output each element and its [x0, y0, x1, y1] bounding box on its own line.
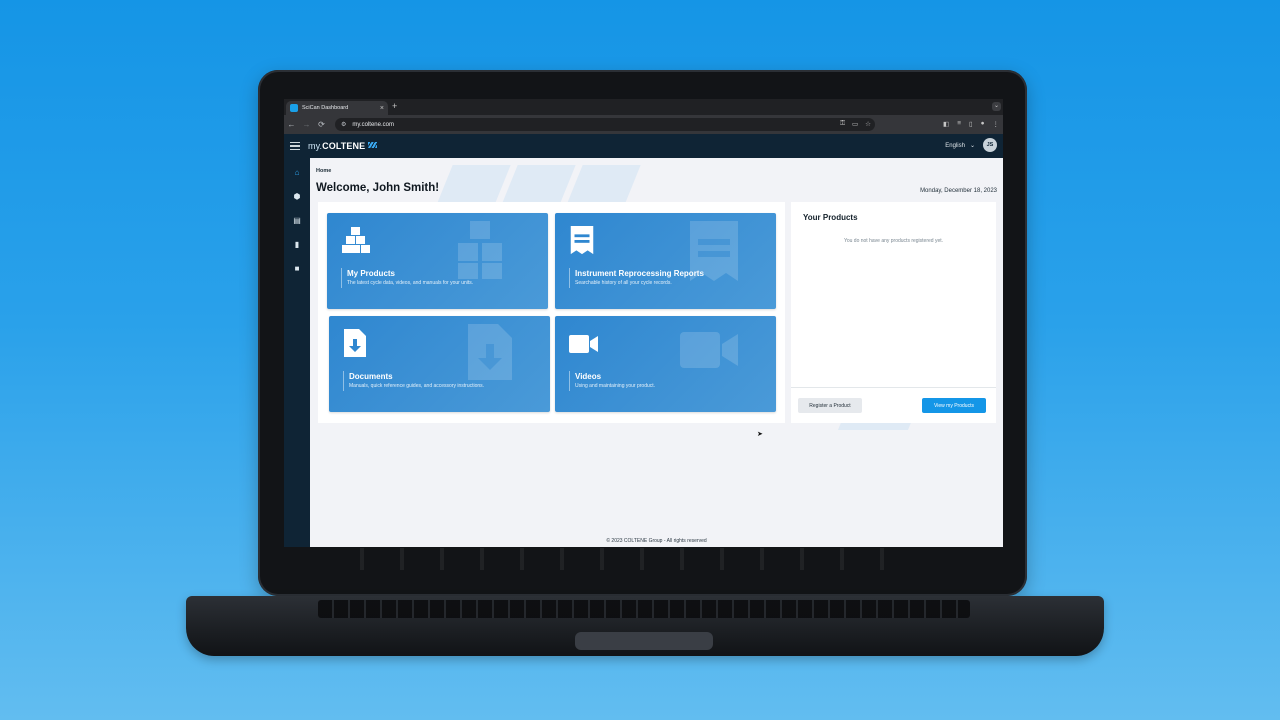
- panel-title: Your Products: [803, 213, 858, 222]
- background-decoration: [437, 165, 511, 203]
- sidebar: ⌂ ⬢ ▤ ▮ ■: [284, 158, 310, 547]
- side-panel-icon[interactable]: ▯: [969, 120, 973, 128]
- background-decoration: [567, 165, 641, 203]
- tile-documents[interactable]: Documents Manuals, quick reference guide…: [329, 316, 550, 412]
- browser-tab-strip: SciCan Dashboard × + ⌄: [284, 99, 1003, 115]
- cubes-icon: [341, 225, 371, 255]
- video-watermark-icon: [680, 330, 740, 379]
- tile-title: Videos: [575, 372, 602, 381]
- tile-description: The latest cycle data, videos, and manua…: [347, 280, 474, 286]
- tile-description: Searchable history of all your cycle rec…: [575, 280, 672, 286]
- tile-title: Documents: [349, 372, 393, 381]
- dashboard-tiles: My Products The latest cycle data, video…: [318, 202, 785, 423]
- new-tab-button[interactable]: +: [392, 101, 397, 111]
- breadcrumb[interactable]: Home: [316, 168, 331, 174]
- laptop-screen: SciCan Dashboard × + ⌄ ← → ⟳ ⚙ my.colten…: [284, 99, 1003, 547]
- reload-button[interactable]: ⟳: [314, 120, 329, 129]
- forward-button[interactable]: →: [299, 120, 314, 129]
- cubes-watermark-icon: [452, 219, 512, 288]
- main-content: Home Welcome, John Smith! Monday, Decemb…: [310, 158, 1003, 547]
- documents-icon: ▮: [294, 239, 300, 249]
- tile-divider: [343, 371, 344, 391]
- reading-list-icon[interactable]: ≡: [957, 120, 961, 128]
- receipt-icon: [569, 225, 599, 255]
- tile-description: Using and maintaining your product.: [575, 383, 656, 389]
- sidebar-item-reports[interactable]: ▤: [284, 208, 310, 232]
- favicon-icon: [290, 104, 298, 112]
- browser-tab[interactable]: SciCan Dashboard ×: [286, 101, 388, 115]
- tile-divider: [569, 268, 570, 288]
- profile-icon[interactable]: ●: [981, 120, 985, 128]
- current-date: Monday, December 18, 2023: [920, 188, 997, 194]
- brand-logo[interactable]: my.COLTENE: [308, 141, 378, 151]
- bookmark-star-icon[interactable]: ☆: [865, 120, 871, 128]
- videos-icon: ■: [294, 263, 300, 273]
- tile-title: My Products: [347, 269, 396, 278]
- page-title: Welcome, John Smith!: [316, 182, 440, 194]
- laptop-keyboard: [318, 600, 970, 618]
- sidebar-item-products[interactable]: ⬢: [284, 184, 310, 208]
- your-products-panel: Your Products You do not have any produc…: [791, 202, 996, 423]
- home-icon: ⌂: [294, 167, 300, 177]
- address-bar[interactable]: ⚙ my.coltene.com ⚿ ▭ ☆: [335, 118, 875, 131]
- background-decoration: [502, 165, 576, 203]
- menu-icon[interactable]: [290, 140, 300, 153]
- tile-reprocessing-reports[interactable]: Instrument Reprocessing Reports Searchab…: [555, 213, 776, 309]
- site-info-icon[interactable]: ⚙: [341, 121, 346, 128]
- document-download-icon: [343, 328, 373, 358]
- tab-search-button[interactable]: ⌄: [992, 102, 1001, 111]
- url-text: my.coltene.com: [352, 121, 394, 128]
- avatar[interactable]: JS: [983, 138, 997, 152]
- receipt-watermark-icon: [688, 219, 740, 292]
- tile-videos[interactable]: Videos Using and maintaining your produc…: [555, 316, 776, 412]
- video-camera-icon: [569, 334, 599, 364]
- app-header: my.COLTENE English ⌄ JS: [284, 134, 1003, 158]
- view-products-button[interactable]: View my Products: [922, 398, 986, 413]
- brand-mark-icon: [368, 142, 378, 148]
- panel-divider: [791, 387, 996, 388]
- close-tab-icon[interactable]: ×: [380, 105, 384, 112]
- page-footer: © 2023 COLTENE Group - All rights reserv…: [606, 538, 707, 544]
- mouse-cursor-icon: ➤: [757, 431, 763, 438]
- empty-state-text: You do not have any products registered …: [843, 238, 944, 244]
- laptop-trackpad: [575, 632, 713, 650]
- sidebar-item-home[interactable]: ⌂: [284, 160, 310, 184]
- register-product-button[interactable]: Register a Product: [798, 398, 862, 413]
- tab-title: SciCan Dashboard: [302, 105, 349, 111]
- document-watermark-icon: [466, 322, 514, 391]
- language-selector[interactable]: English ⌄: [945, 142, 975, 149]
- reports-icon: ▤: [293, 215, 301, 225]
- cast-icon[interactable]: ▭: [852, 120, 858, 128]
- tile-description: Manuals, quick reference guides, and acc…: [349, 383, 485, 389]
- chevron-down-icon: ⌄: [966, 143, 975, 149]
- language-label: English: [945, 143, 965, 149]
- tile-divider: [341, 268, 342, 288]
- extensions-icon[interactable]: ◧: [943, 120, 949, 128]
- sidebar-item-documents[interactable]: ▮: [284, 232, 310, 256]
- tile-title: Instrument Reprocessing Reports: [575, 269, 704, 278]
- browser-toolbar: ← → ⟳ ⚙ my.coltene.com ⚿ ▭ ☆ ◧ ≡ ▯ ● ⋮: [284, 115, 1003, 134]
- keyboard-reflection: [360, 548, 920, 570]
- products-icon: ⬢: [293, 191, 301, 201]
- sidebar-item-videos[interactable]: ■: [284, 256, 310, 280]
- browser-menu-icon[interactable]: ⋮: [993, 120, 1000, 128]
- tile-my-products[interactable]: My Products The latest cycle data, video…: [327, 213, 548, 309]
- tile-divider: [569, 371, 570, 391]
- back-button[interactable]: ←: [284, 120, 299, 129]
- password-key-icon[interactable]: ⚿: [840, 120, 845, 128]
